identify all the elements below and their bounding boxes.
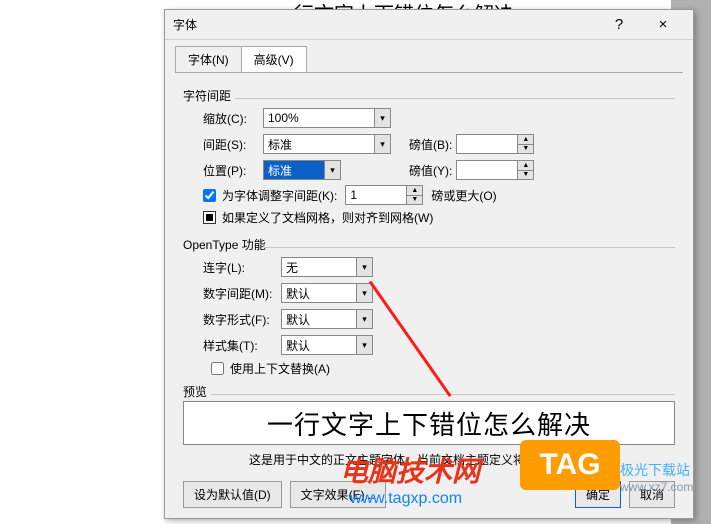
spin-up-icon[interactable]: ▲: [407, 186, 422, 196]
char-spacing-group-label: 字符间距: [183, 87, 675, 104]
numspace-combo[interactable]: ▾: [281, 283, 373, 303]
grid-checkbox[interactable]: [203, 211, 216, 224]
group-divider: [235, 98, 675, 99]
position-input[interactable]: [264, 161, 324, 179]
group-divider: [265, 247, 675, 248]
ligature-combo[interactable]: ▾: [281, 257, 373, 277]
chevron-down-icon[interactable]: ▾: [356, 310, 372, 328]
point2-label: 磅值(Y):: [409, 162, 452, 179]
styleset-combo[interactable]: ▾: [281, 335, 373, 355]
numform-combo[interactable]: ▾: [281, 309, 373, 329]
numspace-label: 数字间距(M):: [203, 285, 281, 302]
watermark-url: www.tagxp.com: [350, 490, 462, 508]
kerning-spin[interactable]: ▲▼: [345, 185, 423, 205]
numspace-input[interactable]: [282, 284, 356, 302]
spin-up-icon[interactable]: ▲: [518, 161, 533, 171]
grid-label: 如果定义了文档网格，则对齐到网格(W): [222, 209, 433, 226]
set-default-button[interactable]: 设为默认值(D): [183, 481, 282, 508]
dialog-body: 字符间距 缩放(C): ▾ 间距(S): ▾ 磅值(B): ▲▼ 位置(P):: [165, 73, 693, 482]
point2-spin[interactable]: ▲▼: [456, 160, 534, 180]
close-button[interactable]: ×: [641, 11, 685, 39]
point-spin[interactable]: ▲▼: [456, 134, 534, 154]
numform-label: 数字形式(F):: [203, 311, 281, 328]
preview-group-label: 预览: [183, 383, 675, 400]
spin-down-icon[interactable]: ▼: [407, 196, 422, 205]
point-input[interactable]: [457, 135, 517, 153]
help-button[interactable]: ?: [597, 11, 641, 39]
chevron-down-icon[interactable]: ▾: [356, 284, 372, 302]
styleset-label: 样式集(T):: [203, 337, 281, 354]
watermark-site-url: www.xz7.com: [620, 480, 693, 494]
spacing-combo[interactable]: ▾: [263, 134, 391, 154]
scale-label: 缩放(C):: [203, 110, 263, 127]
tab-font[interactable]: 字体(N): [175, 46, 242, 72]
tab-strip: 字体(N) 高级(V): [175, 46, 683, 72]
position-combo[interactable]: ▾: [263, 160, 341, 180]
spacing-label: 间距(S):: [203, 136, 263, 153]
kerning-suffix: 磅或更大(O): [431, 187, 496, 204]
chevron-down-icon[interactable]: ▾: [356, 258, 372, 276]
spin-up-icon[interactable]: ▲: [518, 135, 533, 145]
preview-box: 一行文字上下错位怎么解决: [183, 401, 675, 445]
dialog-title: 字体: [173, 16, 597, 33]
ligature-input[interactable]: [282, 258, 356, 276]
context-label: 使用上下文替换(A): [230, 360, 330, 377]
watermark-title: 电脑技术网: [340, 450, 480, 490]
chevron-down-icon[interactable]: ▾: [356, 336, 372, 354]
styleset-input[interactable]: [282, 336, 356, 354]
chevron-down-icon[interactable]: ▾: [324, 161, 340, 179]
opentype-group-label: OpenType 功能: [183, 236, 675, 253]
titlebar: 字体 ? ×: [165, 10, 693, 40]
spin-down-icon[interactable]: ▼: [518, 145, 533, 154]
spin-down-icon[interactable]: ▼: [518, 171, 533, 180]
context-checkbox[interactable]: [211, 362, 224, 375]
watermark-site-name: 极光下载站: [620, 460, 690, 480]
point2-input[interactable]: [457, 161, 517, 179]
group-divider: [211, 394, 675, 395]
kerning-input[interactable]: [346, 186, 406, 204]
numform-input[interactable]: [282, 310, 356, 328]
kerning-label: 为字体调整字间距(K):: [222, 187, 337, 204]
kerning-checkbox[interactable]: [203, 189, 216, 202]
scale-input[interactable]: [264, 109, 374, 127]
chevron-down-icon[interactable]: ▾: [374, 109, 390, 127]
tab-advanced[interactable]: 高级(V): [241, 46, 307, 72]
chevron-down-icon[interactable]: ▾: [374, 135, 390, 153]
position-label: 位置(P):: [203, 162, 263, 179]
point-label: 磅值(B):: [409, 136, 452, 153]
watermark-tag: TAG: [520, 440, 620, 490]
scale-combo[interactable]: ▾: [263, 108, 391, 128]
ligature-label: 连字(L):: [203, 259, 281, 276]
preview-text: 一行文字上下错位怎么解决: [267, 405, 591, 442]
spacing-input[interactable]: [264, 135, 374, 153]
